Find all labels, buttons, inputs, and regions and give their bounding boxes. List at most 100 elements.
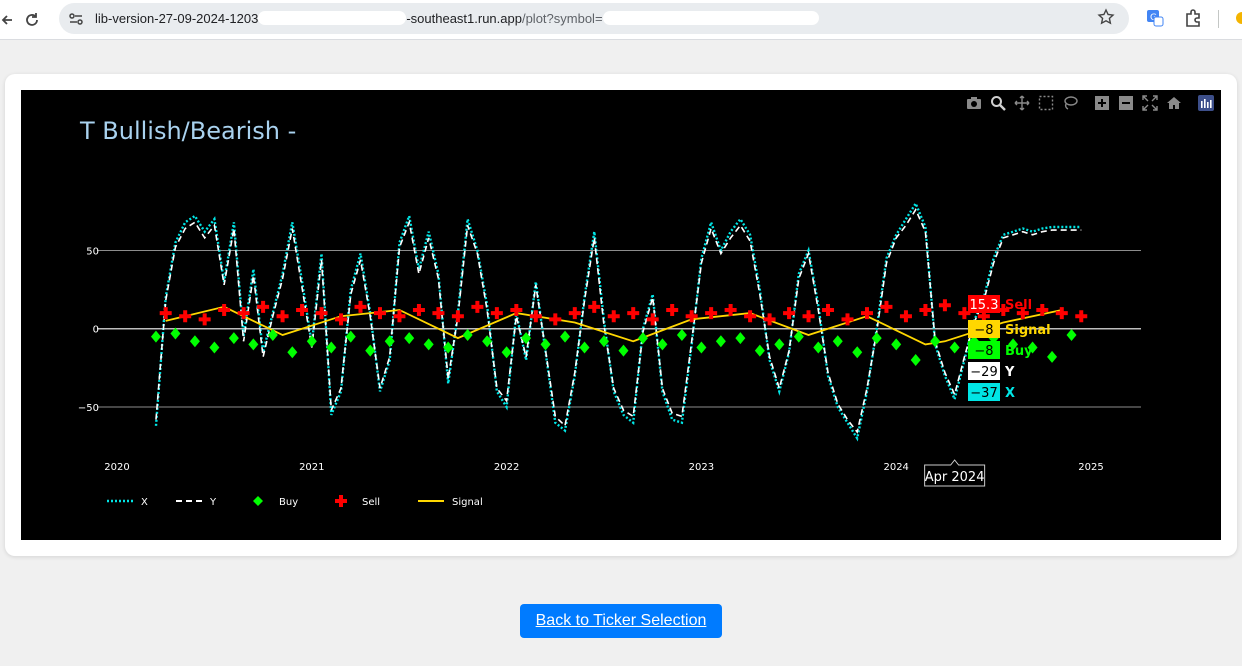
sell-marker: [354, 300, 367, 313]
buy-marker: [423, 338, 434, 351]
y-tick-label: 0: [93, 325, 99, 336]
sell-marker: [938, 299, 951, 312]
browser-toolbar: lib-version-27-09-2024-1203 -southeast1.r…: [0, 0, 1242, 40]
reload-icon[interactable]: [19, 7, 45, 33]
profile-avatar[interactable]: [1236, 12, 1242, 24]
plot-container[interactable]: T Bullish/Bearish - 50 0 −50 2020 2021 2022 2…: [21, 90, 1221, 540]
sell-marker: [627, 307, 640, 320]
buy-marker: [189, 335, 200, 348]
buy-marker: [1066, 329, 1077, 342]
redacted-region: [602, 11, 819, 25]
y-tick-label: −50: [78, 403, 99, 414]
chart-svg[interactable]: 50 0 −50 2020 2021 2022 2023 2024 2025 Apr 2024…: [21, 90, 1221, 540]
url-path: /plot?symbol=: [521, 11, 603, 26]
legend-swatch-sell: [335, 495, 347, 507]
buy-marker: [150, 330, 161, 343]
legend-label: Buy: [279, 497, 298, 508]
x-tick-label: 2020: [104, 462, 129, 473]
x-tick-label: 2023: [689, 462, 714, 473]
url-host-start: lib-version-27-09-2024-1203: [95, 11, 259, 26]
series-layer: [150, 200, 1088, 442]
buy-marker: [209, 341, 220, 354]
series-x-line: [154, 200, 1082, 442]
sell-marker: [412, 303, 425, 316]
buy-marker: [228, 332, 239, 345]
sell-marker: [373, 307, 386, 320]
x-tick-label: 2025: [1078, 462, 1103, 473]
toolbar-divider: [1218, 10, 1219, 28]
hover-x-tag-label: Apr 2024: [925, 470, 985, 485]
buy-marker: [637, 332, 648, 345]
buy-marker: [676, 329, 687, 342]
buy-marker: [462, 329, 473, 342]
plot-card: T Bullish/Bearish - 50 0 −50 2020 2021 2022 2…: [5, 74, 1237, 556]
buy-marker: [540, 338, 551, 351]
hover-y-value: −29: [970, 365, 997, 380]
buy-marker: [910, 354, 921, 367]
hover-signal-name: Signal: [1005, 323, 1051, 338]
url-host-end: -southeast1.run.app: [406, 11, 522, 26]
back-to-ticker-button[interactable]: Back to Ticker Selection: [520, 604, 722, 638]
buy-marker: [852, 346, 863, 359]
hover-sell-name: Sell: [1005, 298, 1032, 313]
address-bar[interactable]: lib-version-27-09-2024-1203 -southeast1.r…: [59, 3, 1129, 34]
buy-marker: [735, 332, 746, 345]
sell-marker: [568, 307, 581, 320]
hover-x-name: X: [1005, 386, 1015, 401]
translate-icon[interactable]: G: [1145, 8, 1167, 30]
chart-legend[interactable]: X Y Buy Sell Signal: [107, 495, 483, 508]
buy-marker: [696, 341, 707, 354]
sell-marker: [763, 313, 776, 326]
buy-marker: [930, 335, 941, 348]
sell-marker: [159, 307, 172, 320]
legend-label: X: [141, 497, 148, 508]
buy-marker: [560, 330, 571, 343]
buy-marker: [871, 332, 882, 345]
sell-marker: [588, 300, 601, 313]
buy-marker: [891, 338, 902, 351]
buy-marker: [774, 338, 785, 351]
sell-marker: [666, 303, 679, 316]
buy-marker: [832, 335, 843, 348]
hover-buy-value: −8: [974, 344, 993, 359]
y-axis-labels: 50 0 −50: [78, 246, 99, 414]
sell-marker: [822, 303, 835, 316]
hover-y-name: Y: [1004, 365, 1015, 380]
sell-marker: [179, 310, 192, 323]
buy-marker: [715, 335, 726, 348]
url-text: lib-version-27-09-2024-1203 -southeast1.r…: [95, 11, 819, 26]
sell-marker: [744, 310, 757, 323]
x-tick-label: 2021: [299, 462, 324, 473]
sell-marker: [1075, 310, 1088, 323]
buy-marker: [813, 341, 824, 354]
buy-marker: [579, 341, 590, 354]
x-tick-label: 2024: [883, 462, 908, 473]
buy-marker: [949, 341, 960, 354]
redacted-region: [258, 11, 407, 25]
sell-marker: [490, 307, 503, 320]
sell-marker: [315, 307, 328, 320]
sell-marker: [218, 303, 231, 316]
sell-marker: [451, 310, 464, 323]
star-icon[interactable]: [1097, 8, 1115, 31]
sell-marker: [276, 310, 289, 323]
sell-marker: [471, 300, 484, 313]
sell-marker: [646, 313, 659, 326]
legend-label: Sell: [362, 497, 380, 508]
back-arrow-icon[interactable]: [0, 7, 20, 33]
hover-signal-value: −8: [974, 323, 993, 338]
extensions-icon[interactable]: [1183, 8, 1205, 30]
site-info-icon[interactable]: [67, 10, 85, 28]
buy-marker: [248, 338, 259, 351]
sell-marker: [1055, 307, 1068, 320]
sell-marker: [198, 313, 211, 326]
legend-swatch-buy: [253, 496, 263, 506]
hover-layer: Apr 2024 15.3 Sell −8 Signal −8 Buy −29 Y −37 X: [924, 295, 1051, 487]
hover-sell-value: 15.3: [970, 298, 999, 313]
x-tick-label: 2022: [494, 462, 519, 473]
sell-marker: [607, 310, 620, 323]
hover-buy-name: Buy: [1005, 344, 1033, 359]
buy-marker: [404, 332, 415, 345]
sell-marker: [919, 303, 932, 316]
y-tick-label: 50: [86, 246, 99, 257]
